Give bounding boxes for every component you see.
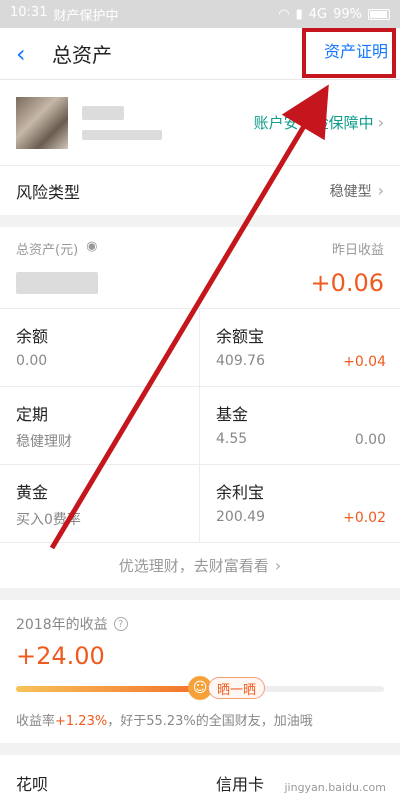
- note-prefix: 收益率: [16, 714, 56, 729]
- earnings-amount: +24.00: [16, 642, 105, 670]
- chevron-right-icon: ›: [377, 180, 384, 200]
- asset-delta: 0.00: [354, 432, 386, 448]
- chevron-right-icon: ›: [377, 113, 384, 132]
- network-label: 4G: [308, 6, 328, 22]
- asset-name: 基金: [216, 405, 249, 424]
- chevron-right-icon: ›: [274, 556, 282, 575]
- asset-name: 定期: [16, 405, 49, 424]
- earnings-progress-fill: [16, 686, 200, 692]
- asset-cell[interactable]: 余利宝 200.49 +0.02: [200, 464, 400, 542]
- account-safety-link[interactable]: 账户安全险保障中 ›: [254, 112, 384, 133]
- asset-grid: 余额 0.00 余额宝 409.76 +0.04 定期 稳健理财 基金 4.55…: [0, 308, 400, 542]
- asset-name: 黄金: [16, 483, 49, 502]
- status-bar: 10:31 财产保护中 ◠ ▮ 4G 99%: [0, 0, 400, 28]
- assets-summary: 总资产(元) ◉ 昨日收益 +0.06: [0, 227, 400, 308]
- huabei-entry[interactable]: 花呗: [0, 755, 200, 800]
- back-icon[interactable]: ‹: [16, 40, 44, 68]
- earnings-rate: +1.23%: [55, 714, 108, 729]
- help-icon[interactable]: ?: [113, 617, 128, 631]
- wealth-promo-link[interactable]: 优选理财，去财富看看 ›: [0, 542, 400, 588]
- asset-name: 余额: [16, 327, 49, 346]
- asset-cell[interactable]: 余额宝 409.76 +0.04: [200, 308, 400, 386]
- eye-icon[interactable]: ◉: [86, 239, 97, 258]
- asset-cell[interactable]: 黄金 买入0费率: [0, 464, 200, 542]
- status-time: 10:31: [10, 4, 48, 20]
- promo-text: 优选理财，去财富看看: [118, 557, 269, 575]
- asset-cell[interactable]: 定期 稳健理财: [0, 386, 200, 464]
- risk-type-row[interactable]: 风险类型 稳健型 ›: [0, 165, 400, 215]
- signal-icon: ▮: [295, 6, 303, 22]
- earnings-note: 收益率+1.23%，好于55.23%的全国财友，加油哦: [16, 710, 384, 729]
- total-assets-label: 总资产(元): [16, 243, 79, 258]
- asset-value: 买入0费率: [16, 512, 81, 528]
- earnings-title: 2018年的收益: [16, 617, 108, 633]
- account-safety-text: 账户安全险保障中: [253, 114, 374, 132]
- risk-type-label: 风险类型: [16, 182, 81, 202]
- asset-delta: +0.02: [343, 510, 386, 526]
- battery-percent: 99%: [333, 6, 362, 22]
- battery-icon: [368, 8, 390, 20]
- earnings-progress-track: ☺ 晒一晒: [16, 676, 384, 700]
- yesterday-earnings-label: 昨日收益: [331, 243, 384, 258]
- highlight-box: [302, 28, 396, 78]
- asset-name: 余利宝: [216, 483, 265, 502]
- note-suffix: ，好于55.23%的全国财友，加油哦: [107, 714, 313, 729]
- blurred-total-amount: [16, 272, 98, 294]
- asset-value: 0.00: [16, 353, 48, 369]
- navigation-bar: ‹ 总资产 资产证明: [0, 28, 400, 80]
- share-label: 晒一晒: [208, 677, 266, 699]
- asset-delta: +0.04: [343, 354, 386, 370]
- avatar: [16, 96, 68, 149]
- status-app-label: 财产保护中: [53, 8, 119, 24]
- wifi-icon: ◠: [278, 6, 290, 22]
- watermark: jingyan.baidu.com: [284, 781, 386, 794]
- asset-name: 余额宝: [216, 327, 265, 346]
- asset-cell[interactable]: 余额 0.00: [0, 308, 200, 386]
- account-row[interactable]: 账户安全险保障中 ›: [0, 80, 400, 165]
- risk-type-value: 稳健型: [329, 183, 372, 200]
- asset-value: 稳健理财: [16, 434, 72, 450]
- asset-cell[interactable]: 基金 4.55 0.00: [200, 386, 400, 464]
- blurred-account-info: [82, 105, 162, 140]
- annual-earnings-card: 2018年的收益 ? +24.00 ☺ 晒一晒 收益率+1.23%，好于55.2…: [0, 600, 400, 743]
- share-button[interactable]: ☺ 晒一晒: [188, 676, 266, 700]
- yesterday-earnings-value: +0.06: [310, 269, 384, 297]
- page-title: 总资产: [52, 43, 112, 67]
